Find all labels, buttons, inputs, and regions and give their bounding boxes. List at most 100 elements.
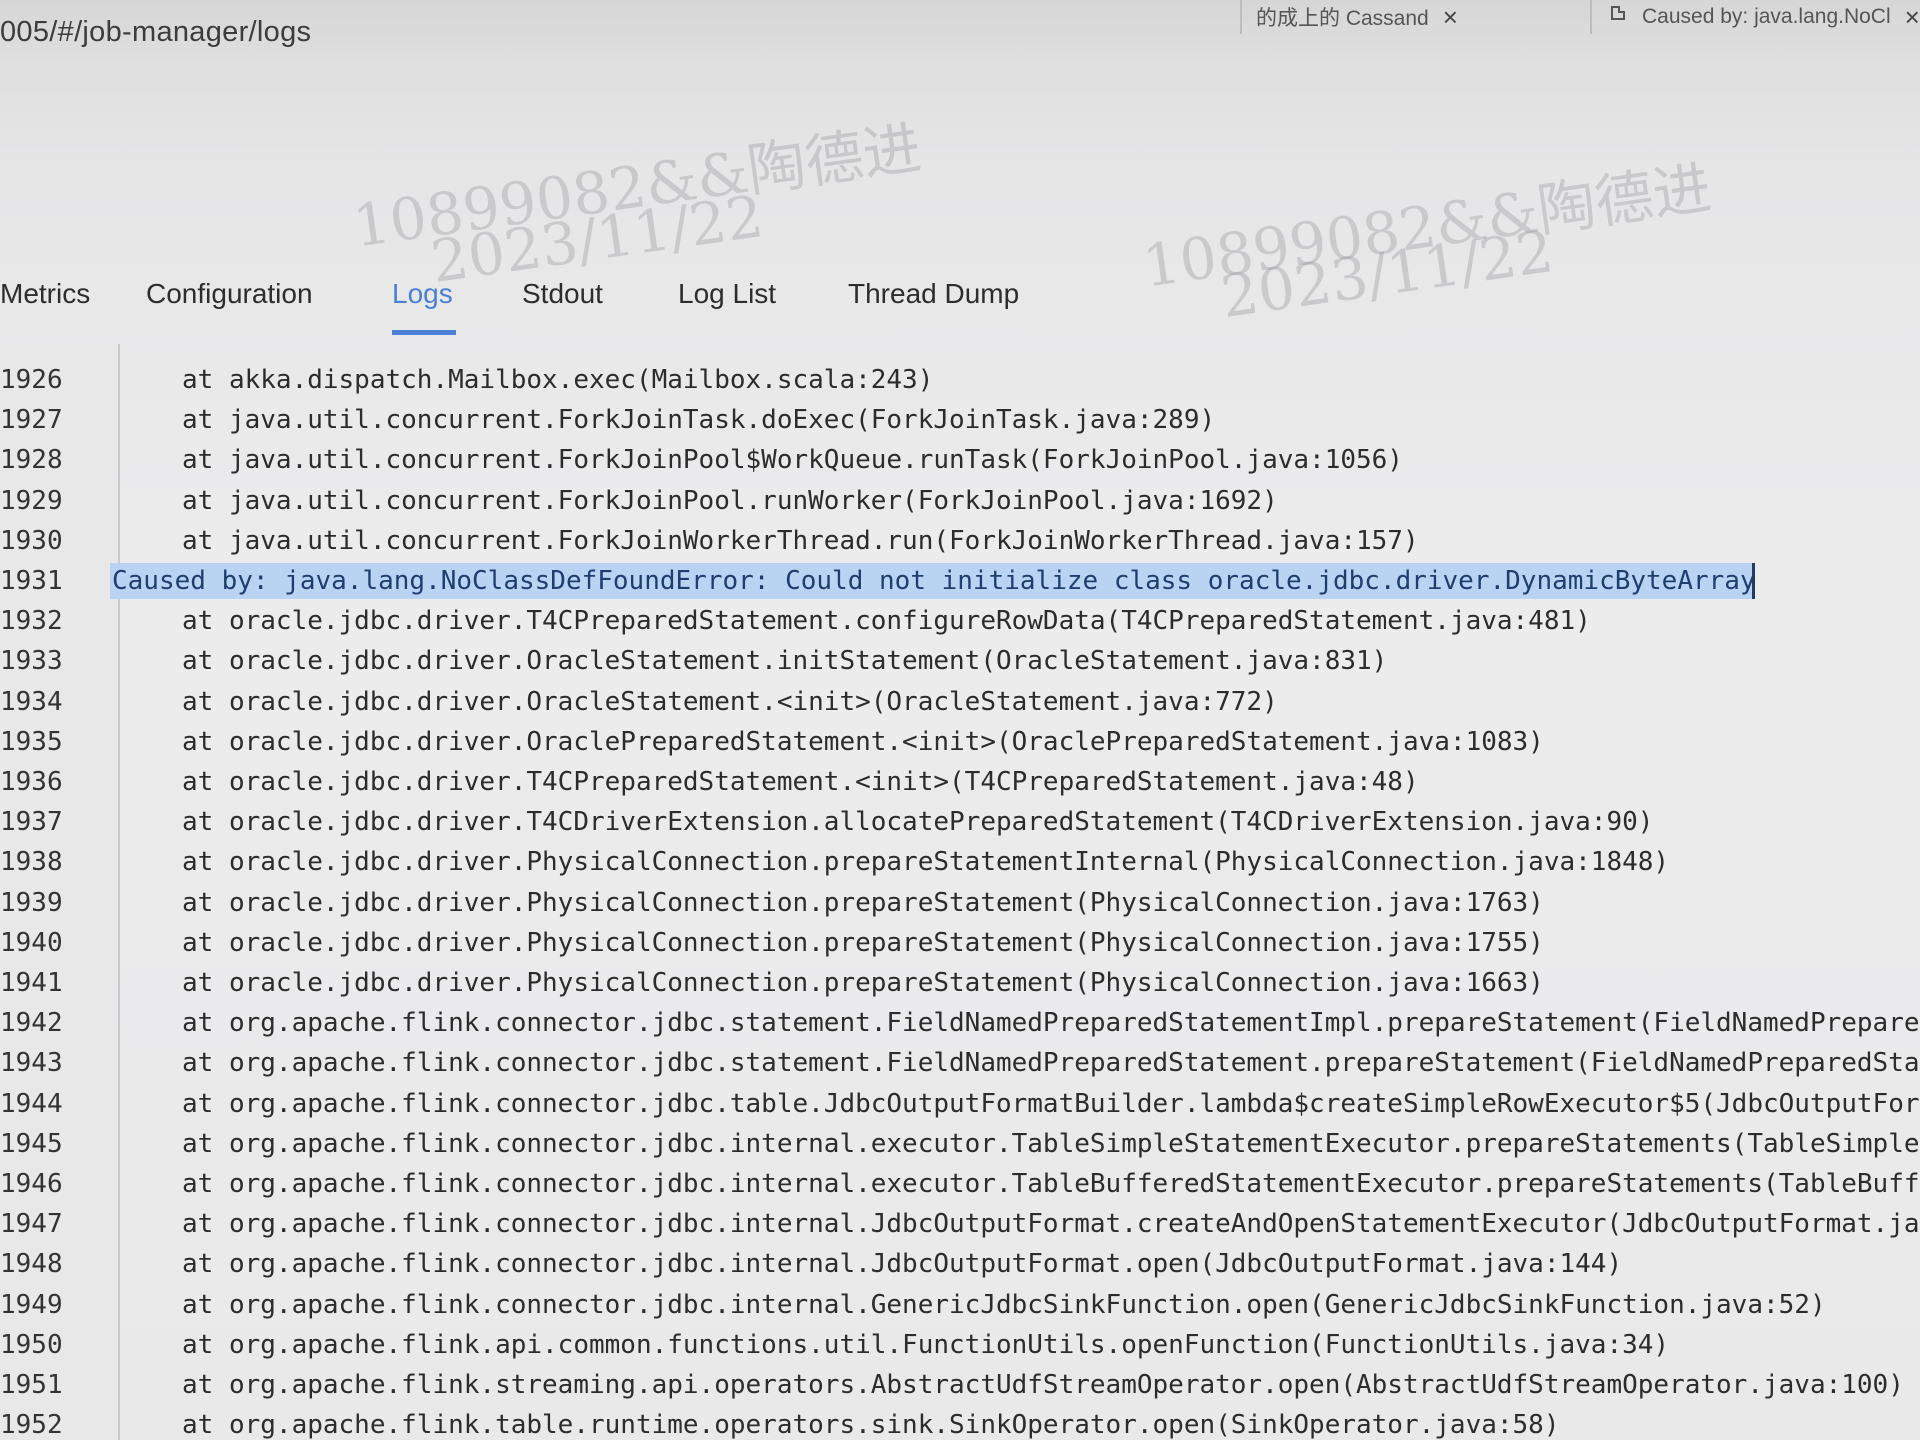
line-number: 1927	[0, 405, 63, 436]
line-number: 1939	[0, 887, 63, 918]
line-number: 1948	[0, 1249, 63, 1280]
line-number: 1938	[0, 847, 63, 878]
log-line[interactable]: 1948 at org.apache.flink.connector.jdbc.i…	[0, 1244, 1920, 1284]
log-line[interactable]: 1927 at java.util.concurrent.ForkJoinTask…	[0, 400, 1920, 440]
log-text: at oracle.jdbc.driver.PhysicalConnection…	[182, 927, 1544, 958]
log-line[interactable]: 1929 at java.util.concurrent.ForkJoinPool…	[0, 481, 1920, 521]
log-line[interactable]: 1933 at oracle.jdbc.driver.OracleStatemen…	[0, 641, 1920, 681]
line-number: 1949	[0, 1289, 63, 1320]
address-url[interactable]: 005/#/job-manager/logs	[0, 16, 311, 49]
log-line[interactable]: 1936 at oracle.jdbc.driver.T4CPreparedSta…	[0, 762, 1920, 802]
line-number: 1952	[0, 1410, 63, 1440]
browser-tab-label: Caused by: java.lang.NoCl	[1642, 5, 1891, 28]
line-number: 1929	[0, 485, 63, 516]
line-number: 1937	[0, 807, 63, 838]
log-text: at oracle.jdbc.driver.T4CPreparedStateme…	[182, 767, 1419, 797]
log-text: at oracle.jdbc.driver.OracleStatement.<i…	[182, 686, 1278, 717]
log-viewer[interactable]: 1926 at akka.dispatch.Mailbox.exec(Mailbo…	[0, 344, 1920, 1440]
log-text: at org.apache.flink.table.runtime.operat…	[182, 1410, 1560, 1440]
log-text: at org.apache.flink.connector.jdbc.inter…	[182, 1249, 1623, 1280]
log-text: at java.util.concurrent.ForkJoinPool.run…	[182, 485, 1278, 516]
log-line[interactable]: 1937 at oracle.jdbc.driver.T4CDriverExten…	[0, 802, 1920, 842]
browser-tab-cassandra[interactable]: 的成上的 Cassand ×	[1240, 0, 1596, 34]
line-number: 1944	[0, 1088, 63, 1119]
tab-logs[interactable]: Logs	[392, 278, 453, 310]
log-text: at oracle.jdbc.driver.T4CDriverExtension…	[182, 807, 1654, 838]
browser-tab-caused-by[interactable]: Caused by: java.lang.NoCl ×	[1590, 0, 1920, 34]
log-line[interactable]: 1947 at org.apache.flink.connector.jdbc.i…	[0, 1204, 1920, 1244]
line-number: 1931	[0, 566, 63, 596]
screen: 005/#/job-manager/logs 的成上的 Cassand × Ca…	[0, 0, 1920, 1440]
log-line[interactable]: 1926 at akka.dispatch.Mailbox.exec(Mailbo…	[0, 360, 1920, 400]
line-number: 1933	[0, 646, 63, 677]
line-number: 1942	[0, 1008, 63, 1039]
log-text: at org.apache.flink.connector.jdbc.inter…	[182, 1289, 1826, 1320]
log-line[interactable]: 1928 at java.util.concurrent.ForkJoinPool…	[0, 440, 1920, 480]
close-icon[interactable]: ×	[1905, 2, 1920, 33]
log-line[interactable]: 1952 at org.apache.flink.table.runtime.op…	[0, 1405, 1920, 1440]
log-line[interactable]: 1930 at java.util.concurrent.ForkJoinWork…	[0, 521, 1920, 561]
log-line[interactable]: 1945 at org.apache.flink.connector.jdbc.i…	[0, 1124, 1920, 1164]
log-text: at oracle.jdbc.driver.PhysicalConnection…	[182, 887, 1544, 918]
tab-bar: Metrics Configuration Logs Stdout Log Li…	[0, 270, 1920, 340]
line-number: 1947	[0, 1209, 63, 1240]
log-line[interactable]: 1943 at org.apache.flink.connector.jdbc.s…	[0, 1043, 1920, 1083]
log-line[interactable]: 1940 at oracle.jdbc.driver.PhysicalConnec…	[0, 923, 1920, 963]
log-text: at java.util.concurrent.ForkJoinWorkerTh…	[182, 525, 1419, 556]
line-number: 1943	[0, 1048, 63, 1079]
tab-configuration[interactable]: Configuration	[146, 278, 313, 310]
log-text: at oracle.jdbc.driver.OraclePreparedStat…	[182, 726, 1544, 757]
log-line[interactable]: 1939 at oracle.jdbc.driver.PhysicalConnec…	[0, 883, 1920, 923]
log-line[interactable]: 1935 at oracle.jdbc.driver.OraclePrepared…	[0, 722, 1920, 762]
log-text: at oracle.jdbc.driver.PhysicalConnection…	[182, 968, 1544, 998]
log-text: at org.apache.flink.connector.jdbc.state…	[182, 1048, 1920, 1079]
log-line[interactable]: 1931 Caused by: java.lang.NoClassDefFound…	[0, 561, 1920, 601]
line-number: 1932	[0, 606, 63, 637]
line-number: 1950	[0, 1329, 63, 1360]
page-icon	[1606, 3, 1628, 32]
log-line[interactable]: 1942 at org.apache.flink.connector.jdbc.s…	[0, 1003, 1920, 1043]
line-number: 1928	[0, 445, 63, 476]
line-number: 1941	[0, 968, 63, 998]
log-line[interactable]: 1944 at org.apache.flink.connector.jdbc.t…	[0, 1084, 1920, 1124]
line-number: 1951	[0, 1370, 63, 1400]
text-cursor	[1752, 563, 1755, 599]
log-text: at org.apache.flink.api.common.functions…	[182, 1329, 1670, 1360]
line-number: 1940	[0, 927, 63, 958]
tab-thread-dump[interactable]: Thread Dump	[848, 278, 1019, 310]
line-number: 1945	[0, 1128, 63, 1159]
log-line[interactable]: 1951 at org.apache.flink.streaming.api.op…	[0, 1365, 1920, 1405]
log-line[interactable]: 1941 at oracle.jdbc.driver.PhysicalConnec…	[0, 963, 1920, 1003]
log-text: at org.apache.flink.connector.jdbc.inter…	[182, 1128, 1920, 1159]
log-text: at java.util.concurrent.ForkJoinPool$Wor…	[182, 445, 1403, 476]
log-line[interactable]: 1938 at oracle.jdbc.driver.PhysicalConnec…	[0, 842, 1920, 882]
line-number: 1934	[0, 686, 63, 717]
log-line[interactable]: 1949 at org.apache.flink.connector.jdbc.i…	[0, 1285, 1920, 1325]
log-line[interactable]: 1934 at oracle.jdbc.driver.OracleStatemen…	[0, 682, 1920, 722]
log-text: at oracle.jdbc.driver.OracleStatement.in…	[182, 646, 1388, 677]
log-text: at org.apache.flink.connector.jdbc.inter…	[182, 1209, 1920, 1240]
close-icon[interactable]: ×	[1443, 2, 1458, 33]
log-text: at oracle.jdbc.driver.T4CPreparedStateme…	[182, 606, 1591, 637]
log-text: at org.apache.flink.connector.jdbc.table…	[182, 1088, 1920, 1119]
browser-tab-label: 的成上的 Cassand	[1256, 7, 1429, 30]
log-text: at java.util.concurrent.ForkJoinTask.doE…	[182, 405, 1216, 436]
tab-stdout[interactable]: Stdout	[522, 278, 603, 310]
log-text: at org.apache.flink.connector.jdbc.inter…	[182, 1169, 1920, 1199]
watermark-id: 10899082&&陶德进	[348, 113, 926, 261]
line-number: 1936	[0, 767, 63, 797]
line-number: 1930	[0, 525, 63, 556]
log-line[interactable]: 1950 at org.apache.flink.api.common.funct…	[0, 1325, 1920, 1365]
tab-metrics[interactable]: Metrics	[0, 278, 90, 310]
line-number: 1926	[0, 365, 63, 395]
line-number: 1935	[0, 726, 63, 757]
log-line[interactable]: 1946 at org.apache.flink.connector.jdbc.i…	[0, 1164, 1920, 1204]
log-text: Caused by: java.lang.NoClassDefFoundErro…	[112, 566, 1756, 596]
browser-bar: 005/#/job-manager/logs 的成上的 Cassand × Ca…	[0, 0, 1920, 76]
log-text: at org.apache.flink.streaming.api.operat…	[182, 1370, 1904, 1400]
active-tab-indicator	[392, 330, 456, 335]
tab-log-list[interactable]: Log List	[678, 278, 776, 310]
log-text: at org.apache.flink.connector.jdbc.state…	[182, 1008, 1920, 1039]
log-text: at oracle.jdbc.driver.PhysicalConnection…	[182, 847, 1670, 878]
log-line[interactable]: 1932 at oracle.jdbc.driver.T4CPreparedSta…	[0, 601, 1920, 641]
